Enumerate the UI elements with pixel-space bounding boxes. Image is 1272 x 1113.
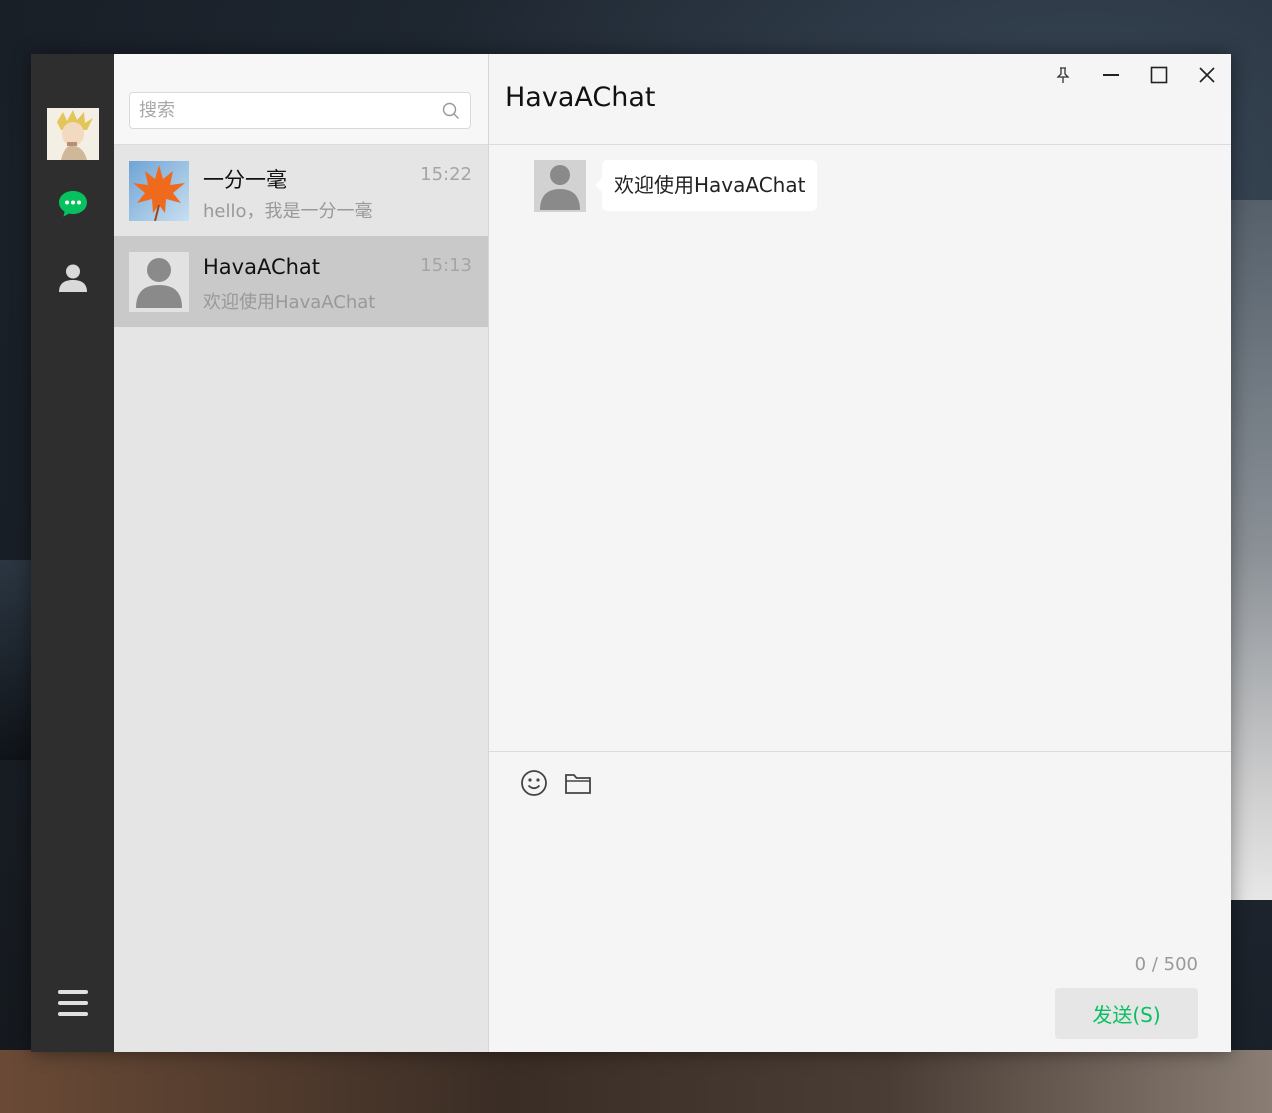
nav-menu-button[interactable] (52, 984, 94, 1026)
session-name: 一分一毫 (203, 168, 287, 192)
default-user-avatar (129, 252, 189, 312)
search-area (114, 54, 488, 145)
search-input[interactable] (130, 93, 438, 128)
folder-icon[interactable] (563, 768, 593, 798)
session-time: 15:13 (420, 255, 472, 276)
chat-title: HavaAChat (505, 82, 656, 113)
maple-leaf-avatar (129, 161, 189, 221)
pin-icon[interactable] (1050, 62, 1076, 88)
session-last-message: hello，我是一分一毫 (203, 201, 373, 222)
emoji-icon[interactable] (519, 768, 549, 798)
default-user-avatar[interactable] (534, 160, 586, 212)
nav-sidebar (31, 54, 114, 1052)
close-icon[interactable] (1194, 62, 1220, 88)
menu-icon (57, 989, 89, 1021)
chat-header: HavaAChat (489, 54, 1231, 145)
contacts-icon (57, 262, 89, 298)
session-time: 15:22 (420, 164, 472, 185)
session-list-panel: 一分一毫 15:22 hello，我是一分一毫 HavaAChat 15:13 … (114, 54, 489, 1052)
nav-contacts-button[interactable] (52, 259, 94, 301)
input-area[interactable]: 0 / 500 发送(S) (489, 751, 1231, 1052)
chat-icon (57, 189, 89, 223)
chat-panel: HavaAChat 欢迎使用HavaAChat 0 / 500 发送(S) (489, 54, 1231, 1052)
search-box[interactable] (129, 92, 471, 129)
app-window: 一分一毫 15:22 hello，我是一分一毫 HavaAChat 15:13 … (31, 54, 1231, 1052)
send-button[interactable]: 发送(S) (1055, 988, 1198, 1039)
maximize-icon[interactable] (1146, 62, 1172, 88)
session-name: HavaAChat (203, 255, 321, 279)
message-area: 欢迎使用HavaAChat (489, 145, 1231, 751)
char-counter: 0 / 500 (1134, 954, 1198, 975)
nav-chat-button[interactable] (52, 185, 94, 227)
session-item[interactable]: 一分一毫 15:22 hello，我是一分一毫 (114, 145, 488, 236)
session-last-message: 欢迎使用HavaAChat (203, 292, 376, 313)
session-item[interactable]: HavaAChat 15:13 欢迎使用HavaAChat (114, 236, 488, 327)
search-icon[interactable] (442, 102, 460, 124)
minimize-icon[interactable] (1098, 62, 1124, 88)
message-bubble: 欢迎使用HavaAChat (594, 160, 818, 211)
user-avatar[interactable] (47, 108, 99, 160)
